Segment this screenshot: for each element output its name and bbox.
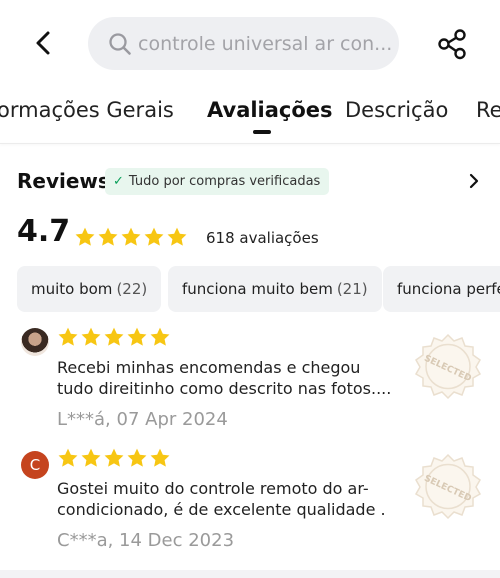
star-icon bbox=[149, 326, 171, 348]
review-stars bbox=[57, 326, 172, 348]
star-icon bbox=[74, 226, 96, 248]
review-text: Recebi minhas encomendas e chegou tudo d… bbox=[57, 358, 392, 398]
chip-count: (22) bbox=[116, 280, 148, 298]
chip-label: funciona muito bem bbox=[182, 280, 333, 298]
divider bbox=[0, 143, 500, 144]
search-bar[interactable]: controle universal ar con... bbox=[88, 17, 399, 70]
rating-value: 4.7 bbox=[17, 214, 71, 249]
tab-recomendados[interactable]: Re bbox=[476, 98, 500, 122]
top-bar: controle universal ar con... bbox=[0, 0, 500, 88]
review-tag-chips: muito bom (22) funciona muito bem (21) f… bbox=[17, 266, 500, 312]
rating-stars bbox=[74, 226, 189, 248]
star-icon bbox=[126, 326, 148, 348]
rating-summary: 4.7 618 avaliações bbox=[17, 214, 487, 254]
star-icon bbox=[80, 326, 102, 348]
reviews-header[interactable]: Reviews ✓ Tudo por compras verificadas bbox=[17, 168, 487, 198]
chevron-right-icon[interactable] bbox=[465, 171, 483, 191]
chip-funciona-perfeitamente[interactable]: funciona perfe bbox=[383, 266, 500, 312]
chip-label: funciona perfe bbox=[397, 280, 500, 298]
chevron-left-icon bbox=[36, 31, 50, 55]
chip-funciona-muito-bem[interactable]: funciona muito bem (21) bbox=[168, 266, 382, 312]
avatar: C bbox=[21, 451, 49, 479]
tab-informacoes-gerais[interactable]: ormações Gerais bbox=[0, 98, 174, 122]
share-button[interactable] bbox=[434, 26, 470, 62]
chip-count: (21) bbox=[336, 280, 368, 298]
star-icon bbox=[97, 226, 119, 248]
review-text: Gostei muito do controle remoto do ar-co… bbox=[57, 479, 386, 519]
star-icon bbox=[166, 226, 188, 248]
star-icon bbox=[80, 447, 102, 469]
star-icon bbox=[143, 226, 165, 248]
tab-bar: ormações Gerais Avaliações Descrição Re bbox=[0, 88, 500, 143]
star-icon bbox=[120, 226, 142, 248]
verified-label: Tudo por compras verificadas bbox=[128, 174, 321, 189]
rating-count: 618 avaliações bbox=[206, 229, 319, 247]
verified-badge: ✓ Tudo por compras verificadas bbox=[105, 168, 330, 195]
search-icon bbox=[109, 32, 131, 55]
share-icon bbox=[438, 29, 466, 60]
reviews-title: Reviews bbox=[17, 169, 110, 193]
avatar bbox=[21, 328, 49, 356]
selected-stamp-icon: SELECTED bbox=[414, 333, 482, 400]
search-placeholder: controle universal ar con... bbox=[138, 32, 393, 55]
star-icon bbox=[57, 326, 79, 348]
section-divider bbox=[0, 570, 500, 578]
star-icon bbox=[57, 447, 79, 469]
review-author-date: L***á, 07 Apr 2024 bbox=[57, 409, 228, 430]
active-tab-indicator bbox=[253, 130, 271, 134]
selected-stamp-icon: SELECTED bbox=[414, 453, 482, 520]
star-icon bbox=[103, 326, 125, 348]
back-button[interactable] bbox=[28, 26, 58, 60]
tab-descricao[interactable]: Descrição bbox=[345, 98, 448, 122]
star-icon bbox=[103, 447, 125, 469]
review-stars bbox=[57, 447, 172, 469]
tab-avaliacoes[interactable]: Avaliações bbox=[207, 98, 333, 122]
check-icon: ✓ bbox=[113, 174, 124, 189]
chip-muito-bom[interactable]: muito bom (22) bbox=[17, 266, 162, 312]
review-author-date: C***a, 14 Dec 2023 bbox=[57, 530, 235, 551]
star-icon bbox=[126, 447, 148, 469]
chip-label: muito bom bbox=[31, 280, 113, 298]
star-icon bbox=[149, 447, 171, 469]
